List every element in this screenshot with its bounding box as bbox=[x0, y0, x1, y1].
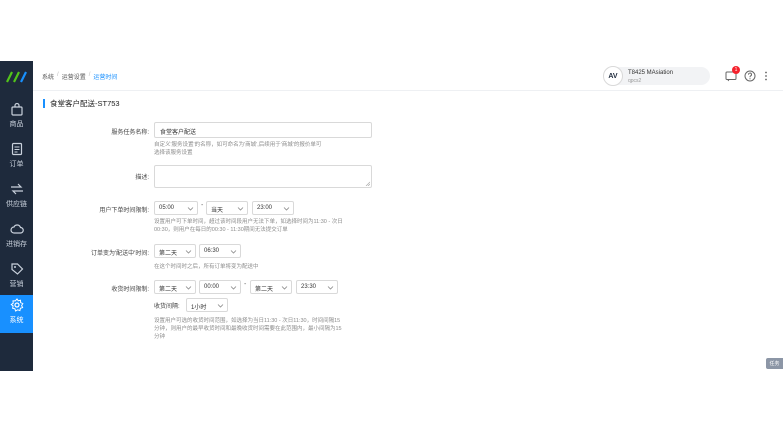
dispatch-time-help: 在这个时间时之后，所有订单将变为配送中 bbox=[154, 264, 259, 270]
sidebar-item-label: 系统 bbox=[9, 317, 24, 324]
breadcrumb-separator: / bbox=[88, 72, 91, 78]
select-value: 第二天 bbox=[255, 287, 274, 293]
resize-handle-icon[interactable] bbox=[365, 181, 370, 186]
sidebar-item-label: 商品 bbox=[9, 121, 24, 128]
receive-end-time-select[interactable]: 23:30 bbox=[296, 280, 338, 294]
select-value: 第二天 bbox=[159, 287, 178, 293]
sidebar-item-label: 进销存 bbox=[6, 241, 27, 248]
receive-start-time-select[interactable]: 00:00 bbox=[199, 280, 241, 294]
exchange-icon bbox=[10, 182, 24, 196]
select-value: 05:00 bbox=[159, 205, 175, 211]
task-button[interactable]: 任务 bbox=[766, 358, 783, 369]
sidebar-item-marketing[interactable]: 营销 bbox=[0, 259, 33, 297]
chevron-down-icon bbox=[230, 250, 237, 254]
description-textarea[interactable] bbox=[154, 165, 372, 188]
order-start-time-select[interactable]: 05:00 bbox=[154, 201, 198, 215]
chevron-down-icon bbox=[327, 286, 334, 290]
help-line: 分钟 bbox=[154, 334, 166, 340]
sidebar-item-inventory[interactable]: 进销存 bbox=[0, 219, 33, 257]
receive-end-day-select[interactable]: 第二天 bbox=[250, 280, 292, 294]
gear-icon bbox=[9, 298, 24, 312]
logo-icon bbox=[6, 71, 27, 83]
sidebar-item-label: 订单 bbox=[9, 161, 24, 168]
breadcrumb-current: 运营时间 bbox=[93, 75, 118, 81]
sidebar: 商品 订单 供应链 进销存 营销 系统 bbox=[0, 61, 33, 371]
chevron-down-icon bbox=[281, 286, 288, 290]
document-icon bbox=[10, 142, 24, 156]
help-icon bbox=[744, 70, 756, 82]
range-separator: - bbox=[201, 202, 204, 209]
page-title: 食堂客户配送-ST753 bbox=[43, 99, 120, 108]
more-button[interactable] bbox=[760, 70, 772, 82]
breadcrumb-item[interactable]: 运营设置 bbox=[62, 72, 86, 81]
breadcrumb: 系统 / 运营设置 / 运营时间 bbox=[42, 72, 117, 81]
select-value: 23:00 bbox=[257, 205, 273, 211]
chevron-down-icon bbox=[217, 304, 224, 308]
help-line: 选择该服务设置 bbox=[154, 150, 193, 156]
breadcrumb-item[interactable]: 系统 bbox=[42, 72, 54, 81]
order-end-time-select[interactable]: 23:00 bbox=[252, 201, 294, 215]
help-line: 分钟，则用户的最早收货时间和最晚收货时间需要在此范围内，最小间隔为15 bbox=[154, 326, 342, 332]
breadcrumb-separator: / bbox=[57, 72, 59, 78]
notification-badge: 1 bbox=[732, 66, 740, 74]
order-time-label: 用户下单时间限制: bbox=[99, 208, 149, 214]
select-value: 第二天 bbox=[159, 251, 178, 257]
account-name: T8425 MAsiation bbox=[628, 70, 674, 76]
help-line: 00:30，则用户在每日的00:30 - 11:30期间无法提交订单 bbox=[154, 227, 288, 233]
app-window: 商品 订单 供应链 进销存 营销 系统 系统 / 运营设置 / 运营时间 AV … bbox=[0, 61, 783, 371]
more-vertical-icon bbox=[765, 71, 767, 81]
order-day-select[interactable]: 当天 bbox=[206, 201, 248, 215]
receive-start-day-select[interactable]: 第二天 bbox=[154, 280, 196, 294]
receive-time-help: 设置用户可选的收货时间范围，如选择为当日11:30 - 次日11:30，时间间隔… bbox=[154, 317, 342, 341]
sidebar-item-supply-chain[interactable]: 供应链 bbox=[0, 179, 33, 217]
receive-time-label: 收货时间限制: bbox=[111, 287, 149, 293]
help-line: 自定义'服务设置'的名称，如可命名为'商城',后续用于'商城'的报价单可 bbox=[154, 142, 322, 148]
sidebar-item-orders[interactable]: 订单 bbox=[0, 139, 33, 177]
select-value: 00:00 bbox=[204, 284, 220, 290]
chevron-down-icon bbox=[185, 250, 192, 254]
description-label: 描述: bbox=[135, 175, 149, 181]
sidebar-item-label: 营销 bbox=[9, 281, 24, 288]
chevron-down-icon bbox=[283, 207, 290, 211]
notification-button[interactable]: 1 bbox=[725, 66, 740, 82]
chevron-down-icon bbox=[230, 286, 237, 290]
help-line: 设置用户可下单时间，超过该时间段用户无法下单，如选择时间为11:30 - 次日 bbox=[154, 219, 343, 225]
order-time-help: 设置用户可下单时间，超过该时间段用户无法下单，如选择时间为11:30 - 次日 … bbox=[154, 218, 343, 234]
select-value: 23:30 bbox=[301, 284, 317, 290]
tag-icon bbox=[10, 262, 24, 276]
sidebar-item-label: 供应链 bbox=[6, 201, 27, 208]
help-line: 设置用户可选的收货时间范围，如选择为当日11:30 - 次日11:30，时间间隔… bbox=[154, 318, 341, 324]
avatar: AV bbox=[603, 66, 623, 86]
chevron-down-icon bbox=[237, 207, 244, 211]
top-header: 系统 / 运营设置 / 运营时间 AV T8425 MAsiation qpcs… bbox=[33, 61, 783, 91]
bag-icon bbox=[10, 102, 24, 116]
account-switcher[interactable]: AV T8425 MAsiation qpcs2 bbox=[603, 66, 710, 86]
sidebar-item-goods[interactable]: 商品 bbox=[0, 99, 33, 137]
receive-interval-select[interactable]: 1小时 bbox=[186, 298, 228, 312]
service-name-input[interactable]: 食堂客户配送 bbox=[154, 122, 372, 138]
select-value: 06:30 bbox=[204, 248, 220, 254]
service-name-label: 服务任务名称: bbox=[111, 130, 149, 136]
service-name-help: 自定义'服务设置'的名称，如可命名为'商城',后续用于'商城'的报价单可 选择该… bbox=[154, 141, 321, 157]
chevron-down-icon bbox=[185, 286, 192, 290]
select-value: 当天 bbox=[211, 208, 224, 214]
chevron-down-icon bbox=[187, 207, 194, 211]
sidebar-item-system[interactable]: 系统 bbox=[0, 295, 33, 333]
dispatch-time-label: 订单变为'配送中'时间: bbox=[91, 251, 149, 257]
interval-label: 收货间隔: bbox=[154, 304, 180, 310]
help-button[interactable] bbox=[744, 70, 756, 82]
dispatch-time-select[interactable]: 06:30 bbox=[199, 244, 241, 258]
select-value: 1小时 bbox=[191, 305, 207, 311]
account-sub: qpcs2 bbox=[628, 78, 642, 84]
dispatch-day-select[interactable]: 第二天 bbox=[154, 244, 196, 258]
range-separator: - bbox=[244, 281, 247, 288]
cloud-icon bbox=[9, 222, 24, 236]
